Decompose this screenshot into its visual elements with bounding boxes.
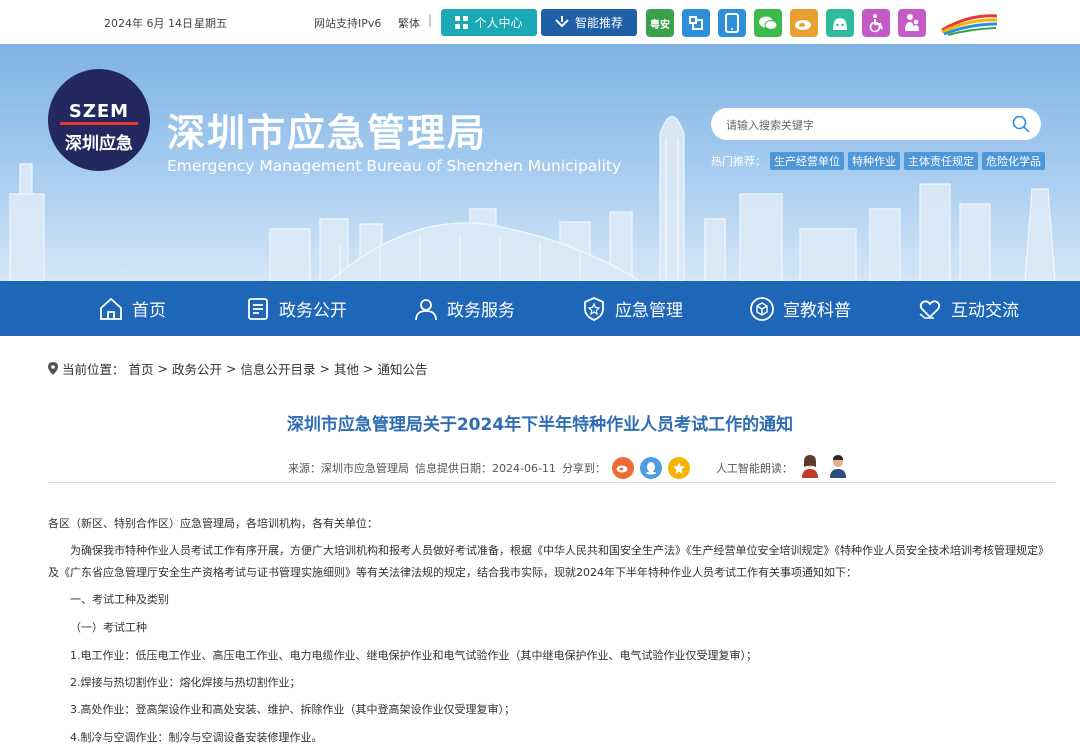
weibo-share-icon[interactable] bbox=[611, 456, 634, 479]
main-nav: 首页 政务公开 政务服务 应急管理 宣教科普 互动交流 bbox=[0, 281, 1080, 336]
nav-item-emergency[interactable]: 应急管理 bbox=[581, 281, 683, 336]
search-box[interactable]: 请输入搜索关键字 bbox=[711, 108, 1041, 140]
section-heading: 一、考试工种及类别 bbox=[70, 593, 169, 606]
nav-item-interaction[interactable]: 互动交流 bbox=[917, 281, 1019, 336]
cube-icon bbox=[750, 296, 774, 321]
nav-label: 宣教科普 bbox=[783, 301, 851, 321]
subsection-heading: （一）考试工种 bbox=[70, 621, 147, 634]
search-icon[interactable] bbox=[1011, 114, 1031, 134]
ipv6-support-text: 网站支持IPv6 bbox=[314, 17, 382, 30]
article-date: 信息提供日期：2024-06-11 bbox=[415, 461, 556, 475]
personal-center-label: 个人中心 bbox=[474, 16, 523, 30]
nav-label: 政务服务 bbox=[447, 301, 515, 321]
elderly-icon[interactable] bbox=[898, 9, 926, 37]
recommend-icon bbox=[555, 16, 569, 28]
app-icon[interactable] bbox=[682, 9, 710, 37]
guardian-icon[interactable]: 粤安 bbox=[646, 9, 674, 37]
qq-share-icon[interactable] bbox=[639, 456, 662, 479]
ai-read-label: 人工智能朗读： bbox=[715, 461, 793, 475]
search-input[interactable]: 请输入搜索关键字 bbox=[726, 117, 814, 133]
mobile-icon[interactable] bbox=[718, 9, 746, 37]
breadcrumb-item[interactable]: 信息公开目录 bbox=[241, 359, 316, 378]
wechat-icon[interactable] bbox=[754, 9, 782, 37]
breadcrumb-item[interactable]: 其他 bbox=[334, 359, 359, 378]
site-subtitle: Emergency Management Bureau of Shenzhen … bbox=[167, 157, 622, 175]
article-meta: 来源：深圳市应急管理局 信息提供日期：2024-06-11 分享到： 人工智能朗… bbox=[288, 454, 849, 481]
smart-recommend-button[interactable]: 智能推荐 bbox=[541, 9, 637, 36]
document-icon bbox=[248, 297, 268, 320]
accessibility-icon[interactable] bbox=[862, 9, 890, 37]
site-title: 深圳市应急管理局 bbox=[167, 111, 488, 155]
article-divider bbox=[48, 482, 1056, 483]
user-icon bbox=[415, 298, 437, 320]
breadcrumb-separator: > bbox=[226, 361, 237, 376]
home-icon bbox=[100, 297, 122, 320]
hot-tag[interactable]: 特种作业 bbox=[848, 152, 900, 170]
hot-tag[interactable]: 生产经营单位 bbox=[770, 152, 844, 170]
paragraph-intro: 为确保我市特种作业人员考试工作有序开展，方便广大培训机构和报考人员做好考试准备，… bbox=[48, 544, 1049, 579]
breadcrumb-separator: > bbox=[319, 361, 331, 376]
paragraph-item: 4.制冷与空调作业：制冷与空调设备安装修理作业。 bbox=[70, 731, 323, 744]
personal-center-button[interactable]: 个人中心 bbox=[441, 9, 537, 36]
male-voice-icon[interactable] bbox=[827, 454, 849, 481]
hot-tag[interactable]: 危险化学品 bbox=[982, 152, 1045, 170]
nav-label: 首页 bbox=[132, 301, 166, 321]
hot-tag[interactable]: 主体责任规定 bbox=[904, 152, 978, 170]
shenzhen-city-brand-logo bbox=[941, 14, 998, 36]
paragraph-item: 1.电工作业：低压电工作业、高压电工作业、电力电缆作业、继电保护作业和电气试验作… bbox=[70, 649, 757, 662]
hot-recommend: 热门推荐： 生产经营单位 特种作业 主体责任规定 危险化学品 bbox=[711, 152, 1045, 170]
share-label: 分享到： bbox=[561, 461, 606, 475]
breadcrumb-separator: > bbox=[157, 361, 169, 376]
nav-label: 应急管理 bbox=[615, 301, 683, 321]
nav-item-home[interactable]: 首页 bbox=[98, 281, 166, 336]
heart-hand-icon bbox=[919, 299, 941, 319]
nav-label: 政务公开 bbox=[279, 301, 347, 321]
breadcrumb-item[interactable]: 首页 bbox=[129, 359, 154, 378]
breadcrumb-item[interactable]: 政务公开 bbox=[172, 359, 222, 378]
nav-item-gov-services[interactable]: 政务服务 bbox=[413, 281, 515, 336]
emblem-stripe bbox=[60, 122, 138, 125]
female-voice-icon[interactable] bbox=[799, 454, 821, 481]
current-date: 2024年 6月 14日 bbox=[104, 17, 193, 30]
breadcrumb-label: 当前位置： bbox=[62, 362, 125, 377]
qzone-share-icon[interactable] bbox=[667, 456, 690, 479]
divider: | bbox=[428, 13, 433, 27]
nav-item-gov-affairs[interactable]: 政务公开 bbox=[245, 281, 347, 336]
nav-label: 互动交流 bbox=[951, 301, 1019, 321]
bureau-emblem: SZEM 深圳应急 bbox=[48, 69, 150, 171]
current-weekday: 星期五 bbox=[194, 17, 227, 30]
breadcrumb-item[interactable]: 通知公告 bbox=[378, 359, 428, 378]
paragraph-salutation: 各区（新区、特别合作区）应急管理局，各培训机构，各有关单位： bbox=[48, 517, 378, 530]
top-bar: 2024年 6月 14日 星期五 网站支持IPv6 繁体 | 个人中心 智能推荐… bbox=[0, 0, 1080, 44]
nav-item-education[interactable]: 宣教科普 bbox=[749, 281, 851, 336]
traditional-chinese-link[interactable]: 繁体 bbox=[398, 15, 420, 31]
paragraph-item: 3.高处作业：登高架设作业和高处安装、维护、拆除作业（其中登高架设作业仅受理复审… bbox=[70, 703, 515, 716]
hot-recommend-label: 热门推荐： bbox=[711, 155, 766, 168]
emblem-text-top: SZEM bbox=[68, 101, 130, 122]
robot-icon[interactable] bbox=[826, 9, 854, 37]
paragraph-item: 2.焊接与热切割作业：熔化焊接与热切割作业； bbox=[70, 676, 301, 689]
emblem-text-bottom: 深圳应急 bbox=[65, 134, 133, 154]
breadcrumb: 当前位置： 首页 > 政务公开 > 信息公开目录 > 其他 > 通知公告 bbox=[48, 359, 428, 378]
weibo-icon[interactable] bbox=[790, 9, 818, 37]
breadcrumb-separator: > bbox=[363, 361, 374, 376]
grid-icon bbox=[455, 16, 469, 29]
article-title: 深圳市应急管理局关于2024年下半年特种作业人员考试工作的通知 bbox=[286, 415, 794, 435]
location-pin-icon bbox=[48, 362, 58, 375]
smart-recommend-label: 智能推荐 bbox=[574, 16, 623, 30]
header-banner: SZEM 深圳应急 深圳市应急管理局 Emergency Management … bbox=[0, 44, 1080, 281]
shield-icon bbox=[584, 296, 604, 321]
article-source: 来源：深圳市应急管理局 bbox=[288, 461, 409, 475]
